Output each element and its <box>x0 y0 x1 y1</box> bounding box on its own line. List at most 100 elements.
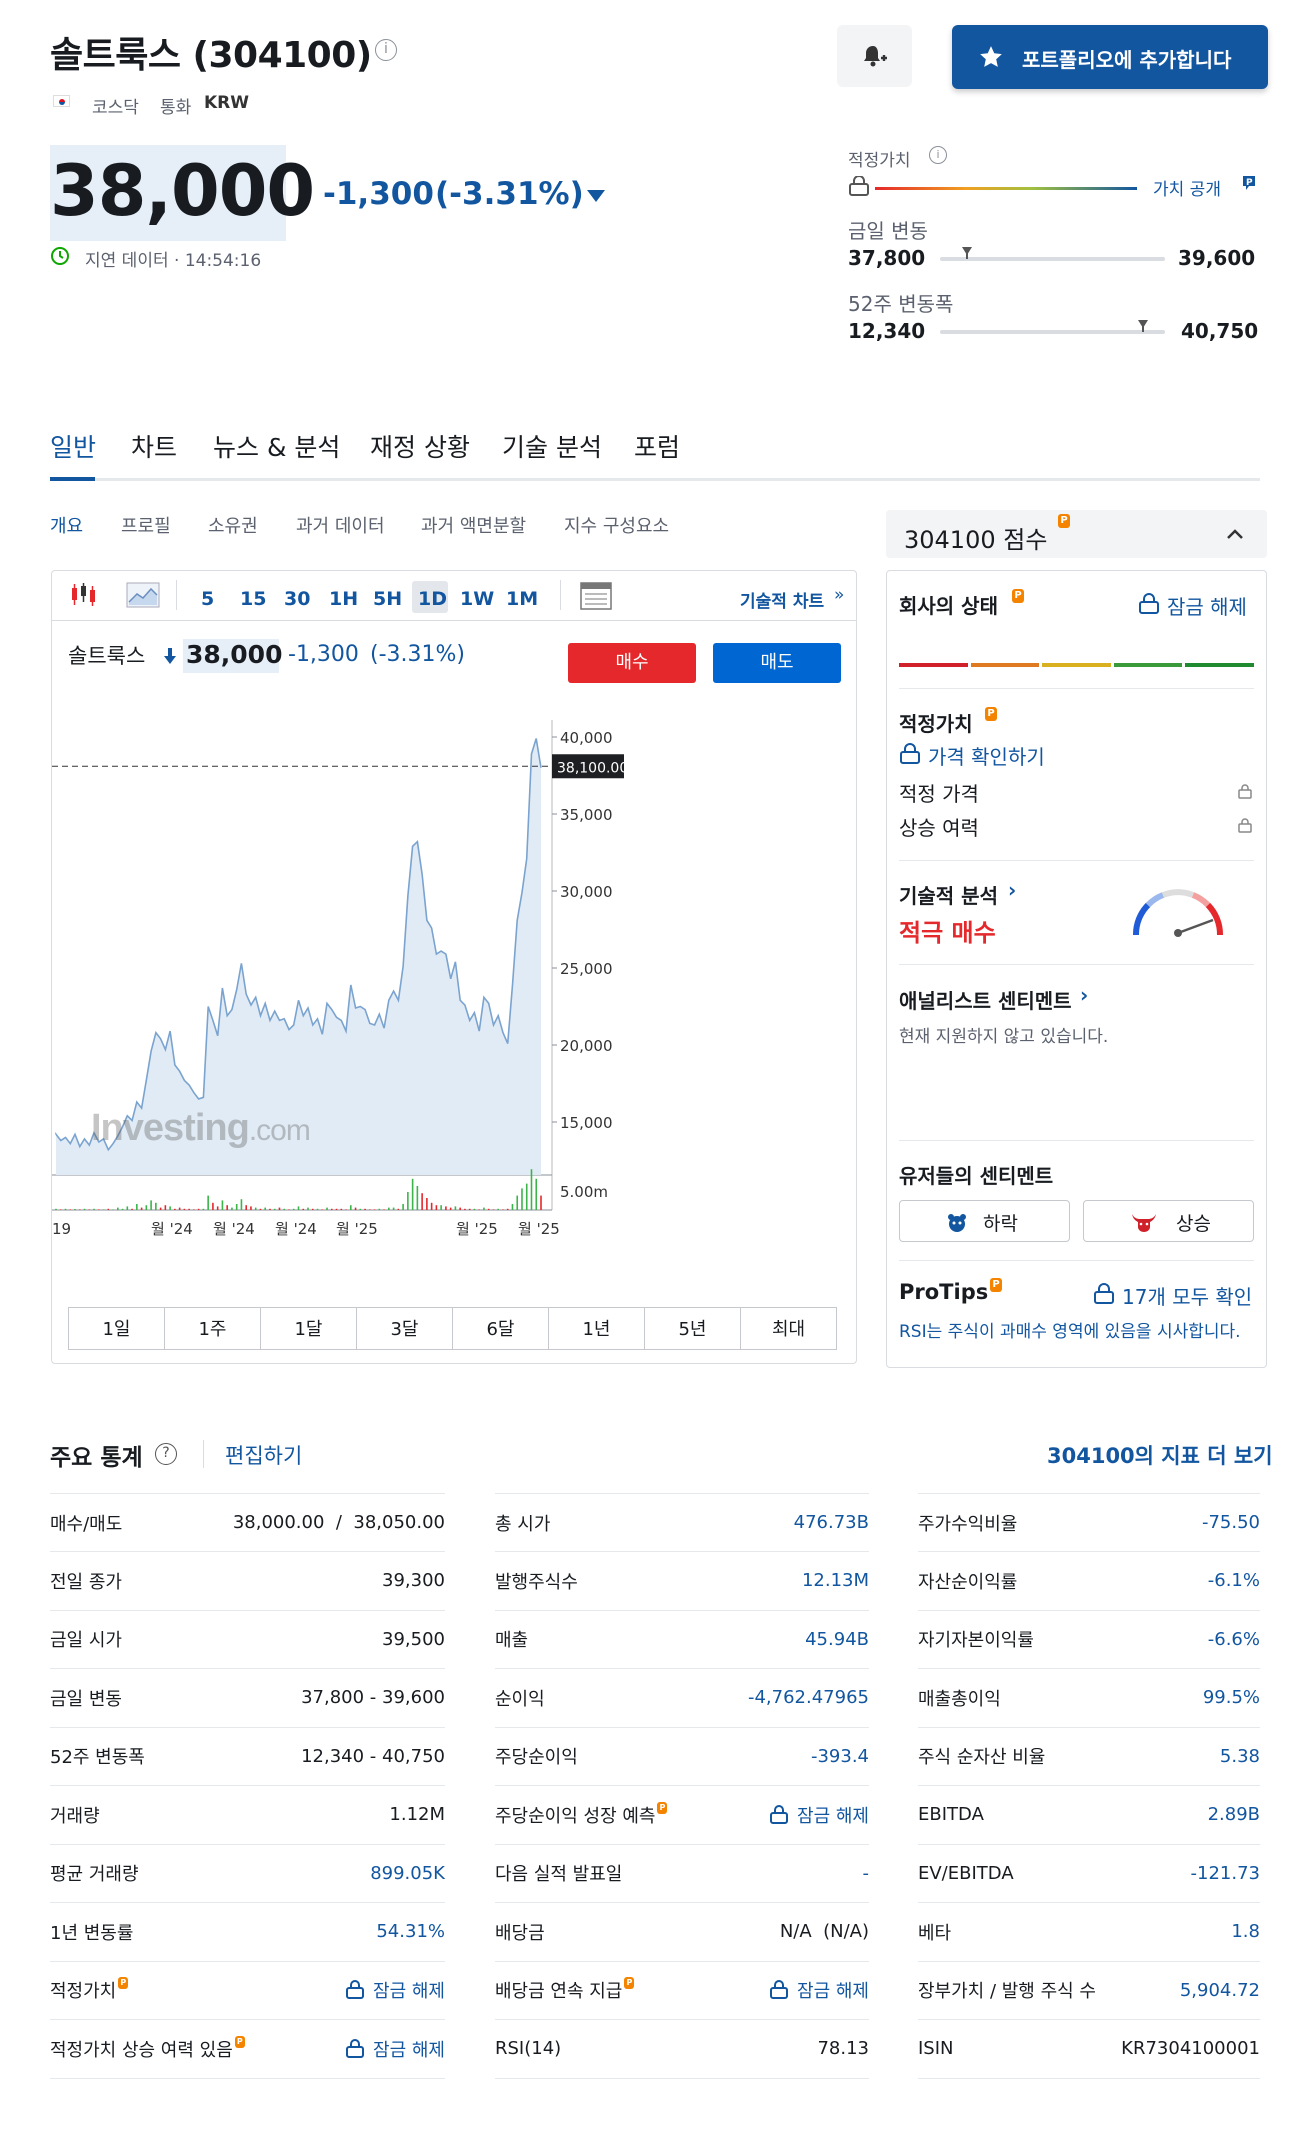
fair-value-reveal-link[interactable]: 가치 공개 <box>1153 175 1221 200</box>
interval-5h[interactable]: 5H <box>373 588 402 610</box>
interval-30[interactable]: 30 <box>284 588 310 610</box>
stat-value: -75.50 <box>1201 1512 1260 1533</box>
sell-button[interactable]: 매도 <box>713 643 841 683</box>
range-8[interactable]: 최대 <box>740 1307 837 1350</box>
check-price-link[interactable]: 가격 확인하기 <box>928 741 1045 770</box>
volume-bar <box>254 1207 257 1210</box>
volume-bar <box>516 1195 519 1210</box>
area-chart-icon[interactable] <box>126 580 160 610</box>
pro-badge-icon: P <box>234 2035 245 2048</box>
bullish-label: 상승 <box>1176 1213 1211 1235</box>
stat-value-wrap: N/A (N/A) <box>780 1921 869 1942</box>
stat-value-wrap[interactable]: 잠금 해제 <box>769 1802 869 1828</box>
stat-value[interactable]: 잠금 해제 <box>373 2040 445 2061</box>
tab-chart[interactable]: 차트 <box>131 428 177 464</box>
stat-value-wrap: 2.89B <box>1208 1804 1260 1825</box>
question-icon[interactable]: ? <box>155 1443 177 1465</box>
stat-label-wrap: 베타 <box>918 1919 951 1945</box>
interval-1d[interactable]: 1D <box>418 588 447 610</box>
volume-bar <box>250 1206 252 1210</box>
range-6[interactable]: 1년 <box>548 1307 645 1350</box>
protips-text[interactable]: RSI는 주식이 과매수 영역에 있음을 시사합니다. <box>899 1320 1254 1345</box>
technical-analysis-title[interactable]: 기술적 분석 <box>899 880 998 909</box>
stat-label: 매출 <box>495 1630 529 1651</box>
technical-chart-link[interactable]: 기술적 차트 <box>740 587 824 612</box>
lock-icon <box>770 1804 789 1824</box>
stat-value-wrap[interactable]: 잠금 해제 <box>345 2036 445 2062</box>
delay-text: 지연 데이터 · 14:54:16 <box>85 251 262 271</box>
add-alert-button[interactable] <box>837 25 912 87</box>
add-to-portfolio-button[interactable]: 포트폴리오에 추가합니다 <box>952 25 1268 89</box>
stat-row: 순이익 -4,762.47965 <box>495 1669 869 1728</box>
interval-15[interactable]: 15 <box>240 588 266 610</box>
volume-bar <box>521 1188 523 1210</box>
tab-financials[interactable]: 재정 상황 <box>370 428 470 464</box>
buy-button[interactable]: 매수 <box>568 643 696 683</box>
subtab-ownership[interactable]: 소유권 <box>208 512 258 538</box>
protips-see-all[interactable]: 17개 모두 확인 <box>1122 1281 1252 1310</box>
range-4[interactable]: 3달 <box>356 1307 453 1350</box>
more-metrics-link[interactable]: 304100의 지표 더 보기 <box>1047 1440 1273 1470</box>
stat-value-wrap[interactable]: 잠금 해제 <box>769 1977 869 2003</box>
stat-row: 베타 1.8 <box>918 1903 1260 1962</box>
interval-1m[interactable]: 1M <box>506 588 538 610</box>
lock-icon <box>346 1980 365 1999</box>
tab-forum[interactable]: 포럼 <box>634 428 680 464</box>
stat-label: 주당순이익 성장 예측 <box>495 1805 656 1827</box>
table-icon[interactable] <box>580 582 612 610</box>
range-7[interactable]: 5년 <box>644 1307 741 1350</box>
stat-value-wrap: 37,800 - 39,600 <box>301 1687 445 1708</box>
subtab-splits[interactable]: 과거 액면분할 <box>421 512 526 538</box>
subtab-historical[interactable]: 과거 데이터 <box>296 512 385 538</box>
fair-value-info-icon[interactable]: i <box>929 146 947 164</box>
edit-stats-link[interactable]: 편집하기 <box>225 1440 302 1470</box>
company-health-unlock[interactable]: 잠금 해제 <box>1167 591 1247 620</box>
stat-value-wrap: KR7304100001 <box>1121 2038 1260 2059</box>
divider-v <box>203 1440 204 1468</box>
tab-overview[interactable]: 일반 <box>50 428 96 464</box>
interval-5[interactable]: 5 <box>201 588 214 610</box>
key-stats-title: 주요 통계 <box>50 1445 143 1471</box>
bearish-button[interactable]: 하락 <box>899 1200 1070 1242</box>
price-chart[interactable]: 40,000 35,000 30,000 25,000 20,000 15,000 38,1… <box>52 690 856 1250</box>
stat-label-wrap: 순이익 <box>495 1685 545 1711</box>
chevron-up-icon[interactable] <box>1226 528 1244 540</box>
fair-value-label: 적정가치 <box>848 151 911 171</box>
range-1[interactable]: 1일 <box>68 1307 165 1350</box>
stat-label-wrap: ISIN <box>918 2038 954 2059</box>
stat-label: 매수/매도 <box>50 1513 123 1535</box>
stat-value-wrap[interactable]: 잠금 해제 <box>345 1977 445 2003</box>
volume-bar <box>202 1208 205 1210</box>
interval-1h[interactable]: 1H <box>329 588 358 610</box>
bullish-button[interactable]: 상승 <box>1083 1200 1254 1242</box>
stat-label: 주식 순자산 비율 <box>918 1747 1046 1768</box>
exchange-label[interactable]: 코스닥 <box>92 93 139 118</box>
stat-label: 순이익 <box>495 1688 545 1710</box>
stat-value-wrap: -6.1% <box>1208 1570 1260 1591</box>
stat-value-wrap: 38,000.00 / 38,050.00 <box>233 1512 445 1533</box>
stat-label-wrap: 장부가치 / 발행 주식 수 <box>918 1977 1096 2003</box>
lock-icon <box>1238 818 1252 833</box>
stat-label-wrap: 주당순이익 <box>495 1743 578 1769</box>
stat-label: 52주 변동폭 <box>50 1747 145 1768</box>
subtab-profile[interactable]: 프로필 <box>121 512 171 538</box>
volume-bar <box>459 1207 461 1210</box>
candlestick-icon[interactable] <box>68 580 98 610</box>
stat-value[interactable]: 잠금 해제 <box>797 1806 869 1827</box>
stat-value[interactable]: 잠금 해제 <box>797 1981 869 2002</box>
bearish-label: 하락 <box>983 1213 1018 1235</box>
tab-technical[interactable]: 기술 분석 <box>502 428 602 464</box>
volume-bar <box>178 1207 181 1210</box>
stat-value[interactable]: 잠금 해제 <box>373 1981 445 2002</box>
range-5[interactable]: 6달 <box>452 1307 549 1350</box>
subtab-overview[interactable]: 개요 <box>50 512 83 538</box>
range-2[interactable]: 1주 <box>164 1307 261 1350</box>
volume-bar <box>102 1209 105 1210</box>
tab-news[interactable]: 뉴스 & 분석 <box>213 428 340 464</box>
range-3[interactable]: 1달 <box>260 1307 357 1350</box>
subtab-index-components[interactable]: 지수 구성요소 <box>564 512 669 538</box>
interval-1w[interactable]: 1W <box>460 588 494 610</box>
info-icon[interactable]: i <box>375 39 397 61</box>
stat-row: 적정가치 상승 여력 있음 P 잠금 해제 <box>50 2020 445 2079</box>
analyst-sentiment-title[interactable]: 애널리스트 센티멘트 <box>899 985 1072 1014</box>
